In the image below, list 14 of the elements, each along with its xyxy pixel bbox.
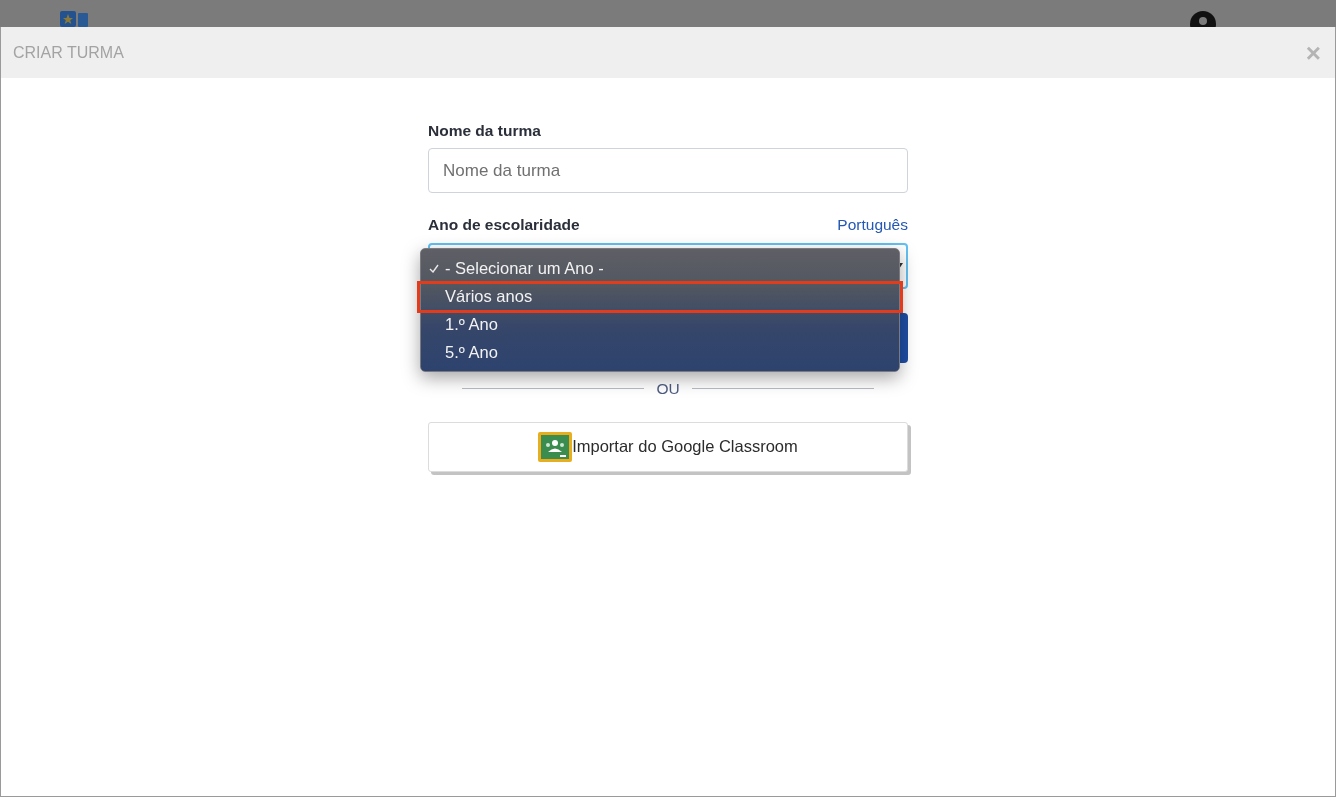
logo-icon [60,11,88,27]
divider-label: OU [656,378,680,399]
dropdown-option[interactable]: 1.º Ano [421,310,899,339]
dropdown-option[interactable]: - Selecionar um Ano - [421,254,899,283]
modal-title: CRIAR TURMA [13,42,124,63]
field-label: Nome da turma [428,121,541,141]
language-link[interactable]: Português [837,213,908,237]
user-avatar-icon[interactable] [1190,11,1216,27]
text-input-field[interactable]: Nome da turma [428,148,908,194]
dropdown-option[interactable]: 5.º Ano [421,338,899,367]
import-button[interactable]: Importar do Google Classroom [428,421,908,472]
field-label: Ano de escolaridade [428,215,580,236]
dropdown-option[interactable]: Vários anos [419,282,901,311]
classroom-icon [538,431,573,462]
